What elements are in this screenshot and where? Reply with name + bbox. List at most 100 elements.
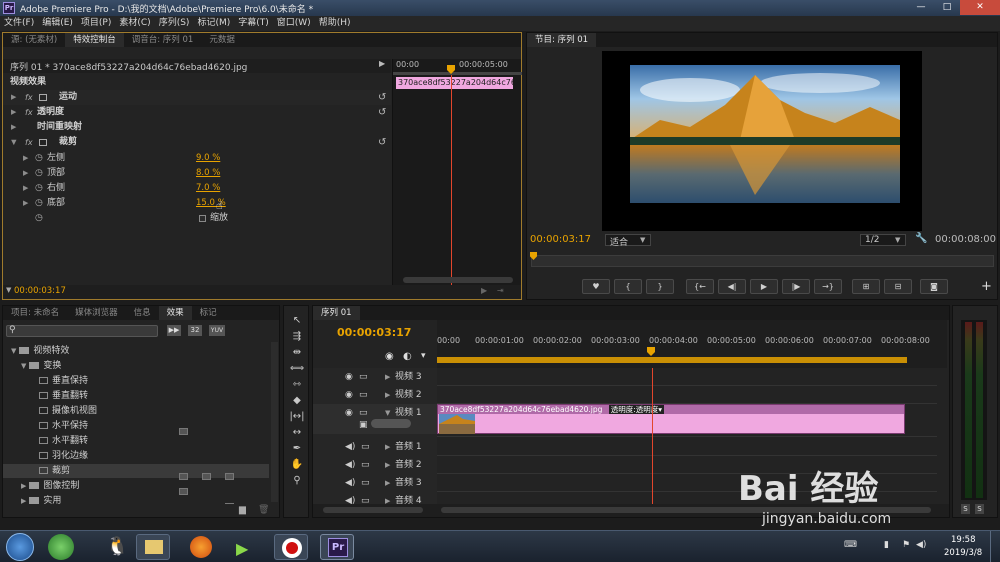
expand-triangle-icon[interactable]: ▶ <box>385 474 390 492</box>
close-button[interactable]: ✕ <box>960 0 1000 15</box>
effect-row-opacity[interactable]: ▶ fx 透明度 ↺ <box>3 105 391 120</box>
lock-icon[interactable]: ▭ <box>359 386 368 404</box>
effects-scrollbar[interactable] <box>271 342 278 502</box>
expand-triangle-icon[interactable]: ▶ <box>23 181 28 196</box>
zoom-tool-icon[interactable]: ⚲ <box>289 474 305 488</box>
speaker-icon[interactable]: ◀) <box>345 456 355 474</box>
list-item[interactable]: 垂直翻转 <box>3 389 88 403</box>
expand-triangle-icon[interactable]: ▶ <box>23 196 28 211</box>
browser-360-icon[interactable] <box>48 534 74 560</box>
add-marker-icon[interactable]: ▾ <box>421 351 426 361</box>
eye-icon[interactable]: ◉ <box>345 368 353 386</box>
pen-tool-icon[interactable]: ✒ <box>289 442 305 456</box>
effect-row-motion[interactable]: ▶ fx 运动 ↺ <box>3 90 391 105</box>
step-back-button[interactable]: ◀| <box>718 279 746 294</box>
play-button[interactable]: ▶ <box>750 279 778 294</box>
menu-sequence[interactable]: 序列(S) <box>155 16 194 31</box>
expand-triangle-icon[interactable]: ▶ <box>385 386 390 404</box>
tab-sequence-01[interactable]: 序列 01 <box>313 306 360 320</box>
effect-row-time-remap[interactable]: ▶ 时间重映射 <box>3 120 391 135</box>
timeline-ruler[interactable]: 00:00 00:00:01:00 00:00:02:00 00:00:03:0… <box>437 320 947 368</box>
mini-scrollbar[interactable] <box>403 277 513 283</box>
effect-row-crop[interactable]: ▶ fx 裁剪 ↺ <box>3 135 391 150</box>
go-to-out-button[interactable]: →} <box>814 279 842 294</box>
add-button-icon[interactable]: + <box>981 280 992 293</box>
new-bin-icon[interactable]: ▆ <box>239 505 246 515</box>
expand-triangle-icon[interactable]: ▶ <box>23 166 28 181</box>
reset-icon[interactable]: ↺ <box>378 90 386 105</box>
menu-project[interactable]: 项目(P) <box>77 16 115 31</box>
mark-in-button[interactable]: { <box>614 279 642 294</box>
lock-icon[interactable]: ▭ <box>359 368 368 386</box>
selection-tool-icon[interactable]: ↖ <box>289 314 305 328</box>
expand-triangle-icon[interactable]: ▶ <box>385 456 390 474</box>
speaker-icon[interactable]: ◀) <box>345 438 355 456</box>
extract-button[interactable]: ⊟ <box>884 279 912 294</box>
program-scrub-bar[interactable] <box>531 255 994 267</box>
menu-help[interactable]: 帮助(H) <box>315 16 355 31</box>
expand-triangle-icon[interactable]: ▶ <box>11 90 16 105</box>
lock-icon[interactable]: ▭ <box>361 492 370 504</box>
effects-search-input[interactable]: ⚲ <box>6 325 158 337</box>
qq-icon[interactable]: 🐧 <box>98 534 132 560</box>
program-video-area[interactable] <box>602 51 922 231</box>
reset-icon[interactable]: ↺ <box>378 105 386 120</box>
collapse-triangle-icon[interactable]: ▶ <box>6 140 21 145</box>
yuv-effects-icon[interactable]: YUV <box>209 325 225 336</box>
zoom-slider[interactable] <box>323 507 423 513</box>
tab-effect-controls[interactable]: 特效控制台 <box>65 33 124 47</box>
go-to-in-button[interactable]: {← <box>686 279 714 294</box>
menu-file[interactable]: 文件(F) <box>0 16 38 31</box>
lock-icon[interactable]: ▭ <box>361 474 370 492</box>
list-item[interactable]: ▼ 视频特效 <box>3 344 69 358</box>
expand-triangle-icon[interactable]: ▶ <box>385 438 390 456</box>
clock-date[interactable]: 2019/3/8 <box>944 548 982 558</box>
track-header-audio4[interactable]: ◀) ▭ ▶ 音频 4 <box>313 492 437 504</box>
stopwatch-icon[interactable]: ◷ <box>35 196 43 211</box>
minimize-button[interactable]: — <box>908 0 934 15</box>
param-value-top[interactable]: 8.0 % <box>196 166 220 181</box>
set-encore-marker-icon[interactable]: ◐ <box>403 351 412 362</box>
file-explorer-icon[interactable] <box>136 534 170 560</box>
tab-source[interactable]: 源: (无素材) <box>3 33 65 47</box>
tab-audio-mixer[interactable]: 调音台: 序列 01 <box>124 33 202 47</box>
snap-icon[interactable]: ◉ <box>385 351 394 362</box>
stopwatch-icon[interactable]: ◷ <box>35 211 43 226</box>
zoom-checkbox[interactable] <box>199 215 206 222</box>
clip-opacity-dropdown[interactable]: 透明度:透明度▾ <box>608 405 665 414</box>
slip-tool-icon[interactable]: |↔| <box>289 410 305 424</box>
tab-metadata[interactable]: 元数据 <box>201 33 243 47</box>
eye-icon[interactable]: ◉ <box>345 404 353 422</box>
expand-triangle-icon[interactable]: ▶ <box>11 120 16 135</box>
mini-clip-bar[interactable]: 370ace8df53227a204d64c76ebad <box>396 77 513 89</box>
menu-clip[interactable]: 素材(C) <box>115 16 154 31</box>
wrench-icon[interactable]: 🔧 <box>915 233 927 244</box>
lock-icon[interactable]: ▭ <box>361 438 370 456</box>
eye-icon[interactable]: ◉ <box>345 386 353 404</box>
lock-icon[interactable]: ▭ <box>361 456 370 474</box>
rate-stretch-tool-icon[interactable]: ⇿ <box>289 378 305 392</box>
ripple-edit-tool-icon[interactable]: ⇹ <box>289 346 305 360</box>
list-item[interactable]: 水平翻转 <box>3 434 88 448</box>
resolution-dropdown[interactable]: 1/2 ▼ <box>860 234 906 246</box>
stopwatch-icon[interactable]: ◷ <box>35 151 43 166</box>
firefox-icon[interactable] <box>184 534 218 560</box>
list-item[interactable]: 水平保持 <box>3 419 88 433</box>
track-select-tool-icon[interactable]: ⇶ <box>289 330 305 344</box>
device-tray-icon[interactable]: ▮ <box>884 540 889 550</box>
list-item[interactable]: ▶ 实用 <box>3 494 61 504</box>
speaker-icon[interactable]: ◀) <box>345 474 355 492</box>
step-forward-button[interactable]: |▶ <box>782 279 810 294</box>
video-clip[interactable]: 370ace8df53227a204d64c76ebad4620.jpg 透明度… <box>437 404 905 434</box>
fx-toggle-icon[interactable]: fx <box>25 90 33 105</box>
menu-edit[interactable]: 编辑(E) <box>38 16 77 31</box>
hand-tool-icon[interactable]: ✋ <box>289 458 305 472</box>
display-style-icon[interactable]: ▣ <box>359 416 368 434</box>
export-frame-button[interactable]: ◙ <box>920 279 948 294</box>
mark-out-button[interactable]: } <box>646 279 674 294</box>
maximize-button[interactable]: □ <box>934 0 960 15</box>
volume-tray-icon[interactable]: ◀) <box>916 540 926 550</box>
tab-project[interactable]: 项目: 未命名 <box>3 306 67 320</box>
timeline-timecode[interactable]: 00:00:03:17 <box>337 326 411 339</box>
tab-info[interactable]: 信息 <box>126 306 159 320</box>
